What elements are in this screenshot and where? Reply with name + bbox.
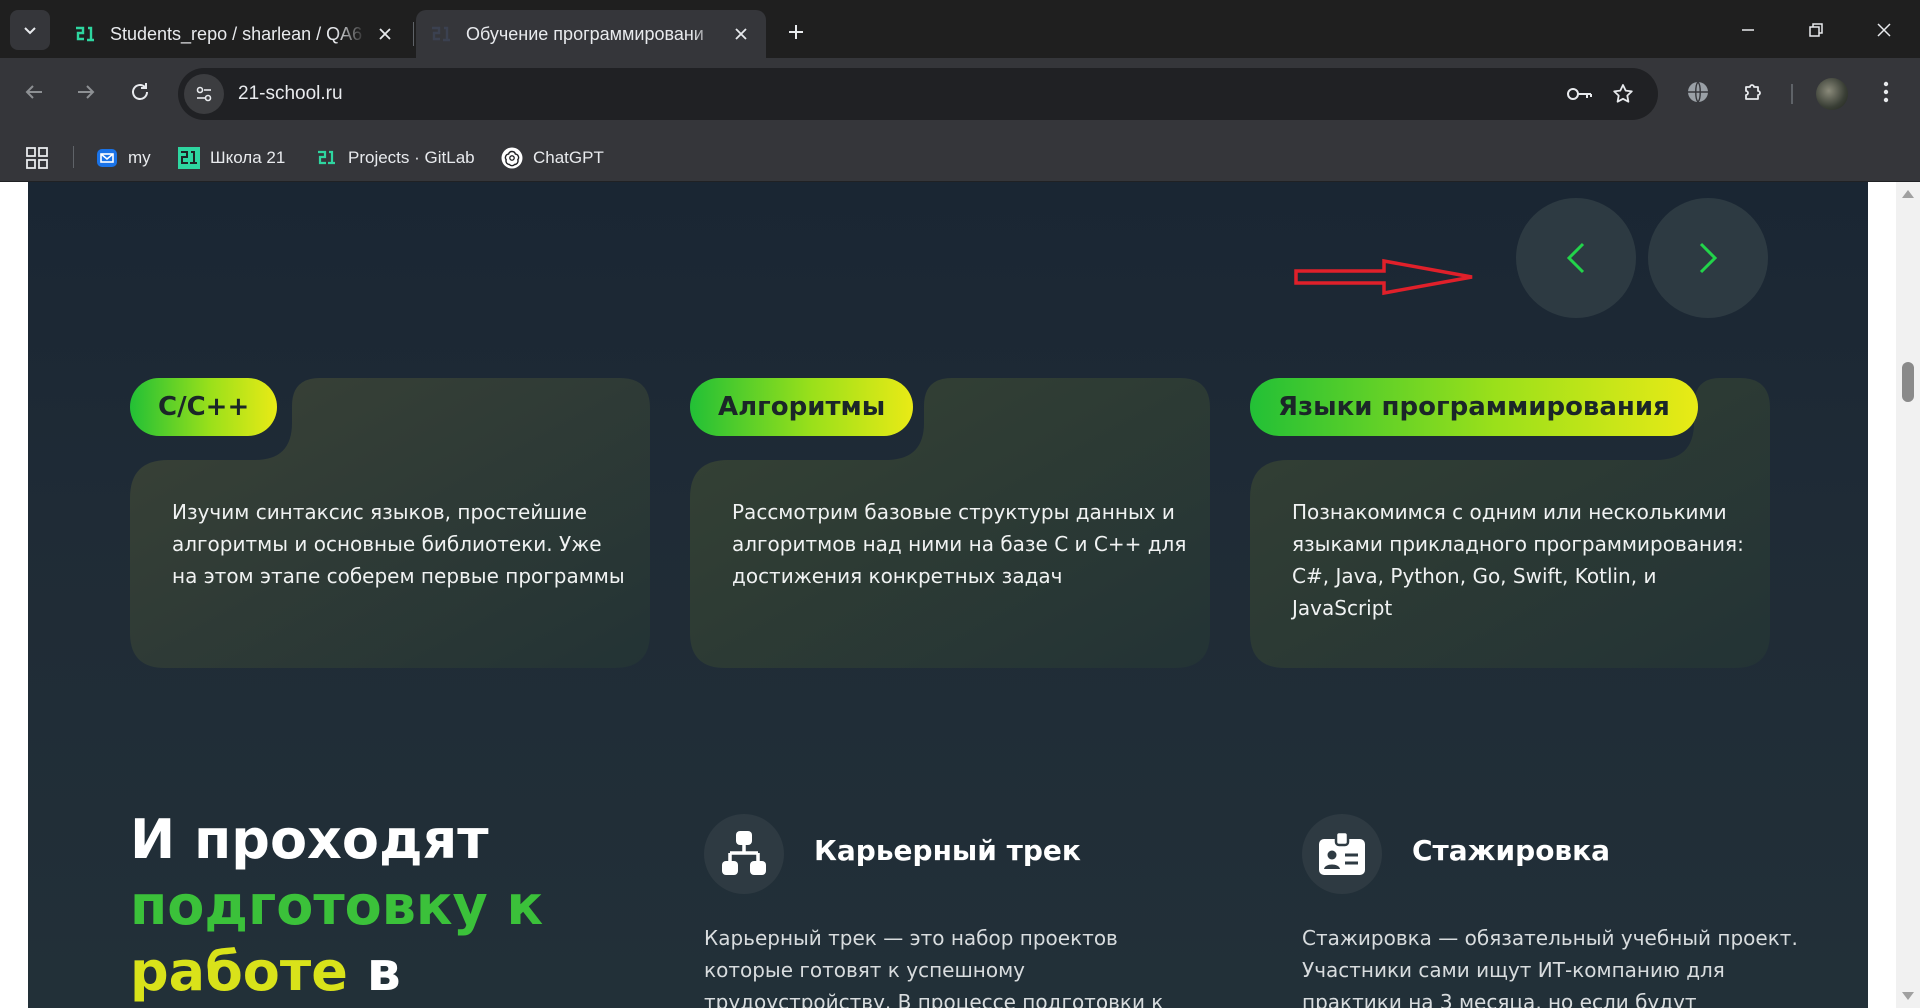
new-tab-button[interactable] — [780, 16, 812, 48]
plus-icon — [789, 25, 803, 39]
minimize-button[interactable] — [1720, 10, 1776, 50]
bookmark-label: ChatGPT — [533, 148, 604, 167]
org-chart-icon — [704, 814, 784, 894]
bookmark-label: my — [128, 148, 151, 167]
card-tag: C/C++ — [130, 378, 278, 436]
course-card-cpp: C/C++ Изучим синтаксис языков, простейши… — [130, 378, 650, 668]
password-key-button[interactable] — [1560, 74, 1600, 114]
card-tag: Алгоритмы — [690, 378, 914, 436]
key-icon — [1567, 88, 1592, 100]
scroll-down-arrow-icon[interactable] — [1902, 992, 1914, 1000]
school21-logo-icon — [76, 26, 94, 42]
chevron-left-icon — [1566, 242, 1585, 274]
mail-icon — [96, 147, 118, 169]
tab-title: Обучение программировани — [466, 23, 704, 44]
headline-part: И проходят — [130, 808, 489, 871]
card-description: Познакомимся с одним или несколькими язы… — [1292, 500, 1744, 620]
course-card-languages: Языки программирования Познакомимся с од… — [1250, 378, 1770, 668]
restore-button[interactable] — [1788, 10, 1844, 50]
chevron-right-icon — [1699, 242, 1718, 274]
feature-description: Карьерный трек — это набор проектов кото… — [704, 926, 1164, 1008]
puzzle-icon — [1745, 84, 1761, 100]
tab-title: Students_repo / sharlean / QA6 — [110, 23, 363, 44]
school21-logo-icon — [178, 147, 200, 169]
tab-separator — [413, 22, 414, 46]
bookmark-chatgpt[interactable]: ChatGPT — [501, 144, 604, 172]
close-window-button[interactable] — [1856, 10, 1912, 50]
globe-icon — [1688, 81, 1708, 103]
tab-school21-education[interactable]: Обучение программировани — [416, 10, 766, 58]
apps-button[interactable] — [26, 144, 48, 172]
headline-part: в — [366, 940, 401, 1003]
browser-toolbar: 21-school.ru — [0, 58, 1920, 132]
toolbar-divider — [1791, 84, 1793, 104]
card-description: Изучим синтаксис языков, простейшие алго… — [172, 500, 625, 588]
apps-grid-icon — [26, 147, 48, 169]
annotation-arrow-icon — [1294, 258, 1473, 296]
feature-title: Стажировка — [1412, 834, 1611, 867]
feature-title: Карьерный трек — [814, 834, 1081, 867]
close-icon[interactable] — [374, 23, 396, 45]
page-content: C/C++ Изучим синтаксис языков, простейши… — [28, 182, 1868, 1008]
browser-menu-button[interactable] — [1866, 72, 1906, 112]
address-bar[interactable]: 21-school.ru — [178, 68, 1658, 120]
close-icon — [1877, 23, 1891, 37]
reload-icon — [132, 83, 148, 100]
profile-avatar[interactable] — [1816, 78, 1848, 110]
tab-strip: Students_repo / sharlean / QA6 Обучение … — [0, 0, 1920, 62]
page-scrollbar[interactable] — [1896, 182, 1920, 1008]
minimize-icon — [1742, 29, 1754, 31]
url-text: 21-school.ru — [238, 83, 343, 104]
forward-button[interactable] — [66, 72, 106, 112]
scroll-up-arrow-icon[interactable] — [1902, 190, 1914, 198]
bookmark-gitlab[interactable]: Projects · GitLab — [316, 144, 475, 172]
feature-description: Стажировка — обязательный учебный проект… — [1302, 926, 1798, 1008]
course-card-algorithms: Алгоритмы Рассмотрим базовые структуры д… — [690, 378, 1210, 668]
tab-search-button[interactable] — [10, 10, 50, 50]
tune-icon — [196, 86, 212, 102]
bookmarks-separator — [73, 146, 74, 168]
arrow-right-icon — [78, 85, 95, 99]
back-button[interactable] — [14, 72, 54, 112]
school21-logo-icon — [432, 26, 450, 42]
carousel-next-button[interactable] — [1648, 198, 1768, 318]
extensions-button[interactable] — [1733, 72, 1773, 112]
id-badge-icon — [1302, 814, 1382, 894]
bookmark-label: Школа 21 — [210, 148, 286, 167]
close-icon[interactable] — [730, 23, 752, 45]
card-description: Рассмотрим базовые структуры данных и ал… — [732, 500, 1187, 588]
more-vertical-icon — [1883, 81, 1889, 103]
headline-highlight: подготовку к — [130, 874, 544, 937]
school21-logo-icon — [316, 147, 338, 169]
carousel-prev-button[interactable] — [1516, 198, 1636, 318]
bookmark-star-button[interactable] — [1603, 74, 1643, 114]
bookmark-label: Projects · GitLab — [348, 148, 475, 167]
headline-highlight: работе — [130, 940, 348, 1003]
bookmark-school21[interactable]: Школа 21 — [178, 144, 285, 172]
scrollbar-thumb[interactable] — [1902, 362, 1914, 402]
tab-students-repo[interactable]: Students_repo / sharlean / QA6 — [60, 10, 410, 58]
translate-button[interactable] — [1678, 72, 1718, 112]
chatgpt-icon — [501, 147, 523, 169]
card-tag: Языки программирования — [1250, 378, 1698, 436]
site-info-button[interactable] — [184, 74, 224, 114]
arrow-left-icon — [25, 85, 42, 99]
page-viewport: C/C++ Изучим синтаксис языков, простейши… — [0, 182, 1920, 1008]
section-headline: И проходят подготовку к работе в — [130, 807, 590, 1005]
bookmarks-bar: my Школа 21 Projects · GitLab ChatGPT — [0, 132, 1920, 182]
bookmark-my[interactable]: my — [96, 144, 151, 172]
restore-icon — [1809, 23, 1823, 37]
reload-button[interactable] — [120, 72, 160, 112]
star-icon — [1613, 84, 1633, 103]
chevron-down-icon — [24, 27, 36, 35]
